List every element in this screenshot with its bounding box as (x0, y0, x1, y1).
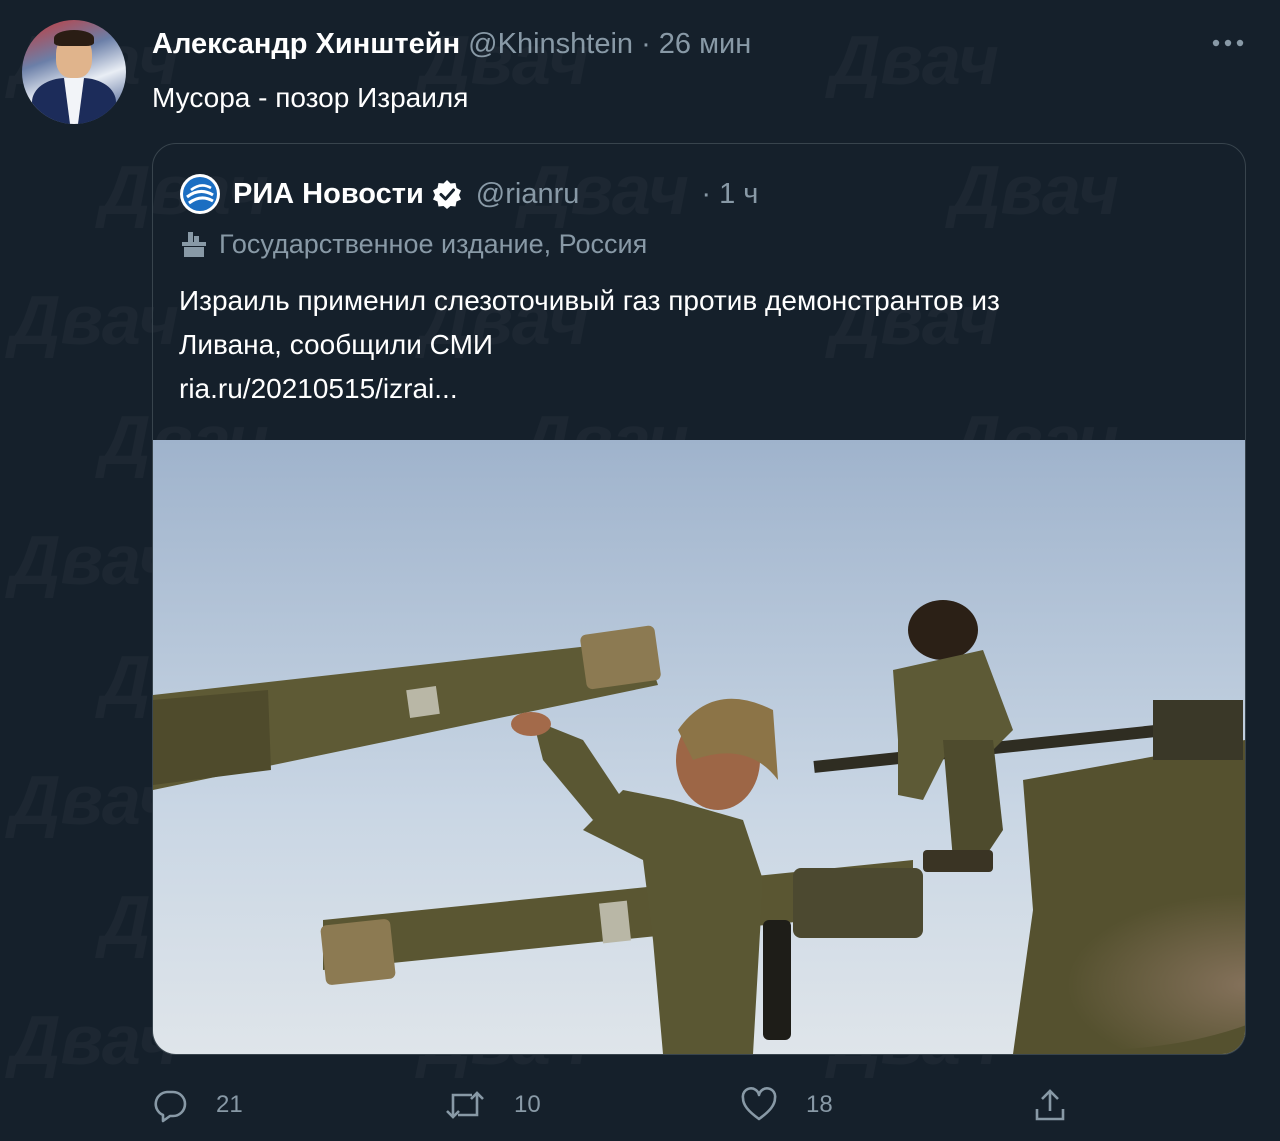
quoted-time[interactable]: · 1 ч (701, 178, 758, 211)
retweet-icon (446, 1091, 484, 1119)
like-button[interactable]: 18 (740, 1080, 833, 1130)
verified-icon (432, 180, 461, 209)
quoted-text-line-2: Ливана, сообщили СМИ (179, 329, 494, 360)
tweet-time[interactable]: · 26 мин (641, 28, 751, 60)
avatar[interactable] (22, 20, 126, 124)
quoted-text-line-1: Израиль применил слезоточивый газ против… (179, 285, 1000, 316)
more-icon[interactable] (1210, 28, 1246, 58)
author-name[interactable]: Александр Хинштейн (152, 28, 460, 60)
quoted-header: РИА Новости @rianru · 1 ч (179, 174, 758, 214)
reply-icon (154, 1090, 187, 1123)
state-media-text: Государственное издание, Россия (219, 229, 648, 259)
tweet-header: Александр Хинштейн @Khinshtein · 26 мин (152, 26, 751, 62)
tweet[interactable]: Александр Хинштейн @Khinshtein · 26 мин … (0, 0, 1280, 1141)
avatar-hair (54, 30, 94, 46)
ria-logo-icon[interactable] (179, 173, 221, 215)
state-media-label[interactable]: Государственное издание, Россия (179, 229, 647, 260)
quoted-link[interactable]: ria.ru/20210515/izrai... (179, 367, 1199, 411)
reply-count: 21 (216, 1091, 243, 1118)
retweet-count: 10 (514, 1091, 541, 1118)
quoted-text: Израиль применил слезоточивый газ против… (179, 279, 1199, 411)
share-button[interactable] (1032, 1080, 1096, 1130)
share-icon (1035, 1089, 1065, 1121)
reply-button[interactable]: 21 (152, 1080, 243, 1130)
tweet-actions: 21 10 18 (0, 1080, 1280, 1130)
tweet-photo[interactable] (153, 440, 1245, 1054)
like-icon (741, 1087, 777, 1121)
like-count: 18 (806, 1091, 833, 1118)
quoted-author-name[interactable]: РИА Новости (233, 178, 424, 211)
state-media-icon (182, 231, 206, 257)
tweet-text: Мусора - позор Израиля (152, 82, 469, 113)
author-handle[interactable]: @Khinshtein (468, 28, 633, 60)
retweet-button[interactable]: 10 (444, 1080, 541, 1130)
quoted-author-handle[interactable]: @rianru (476, 178, 580, 211)
quoted-tweet[interactable]: РИА Новости @rianru · 1 ч Государственно… (152, 143, 1246, 1055)
